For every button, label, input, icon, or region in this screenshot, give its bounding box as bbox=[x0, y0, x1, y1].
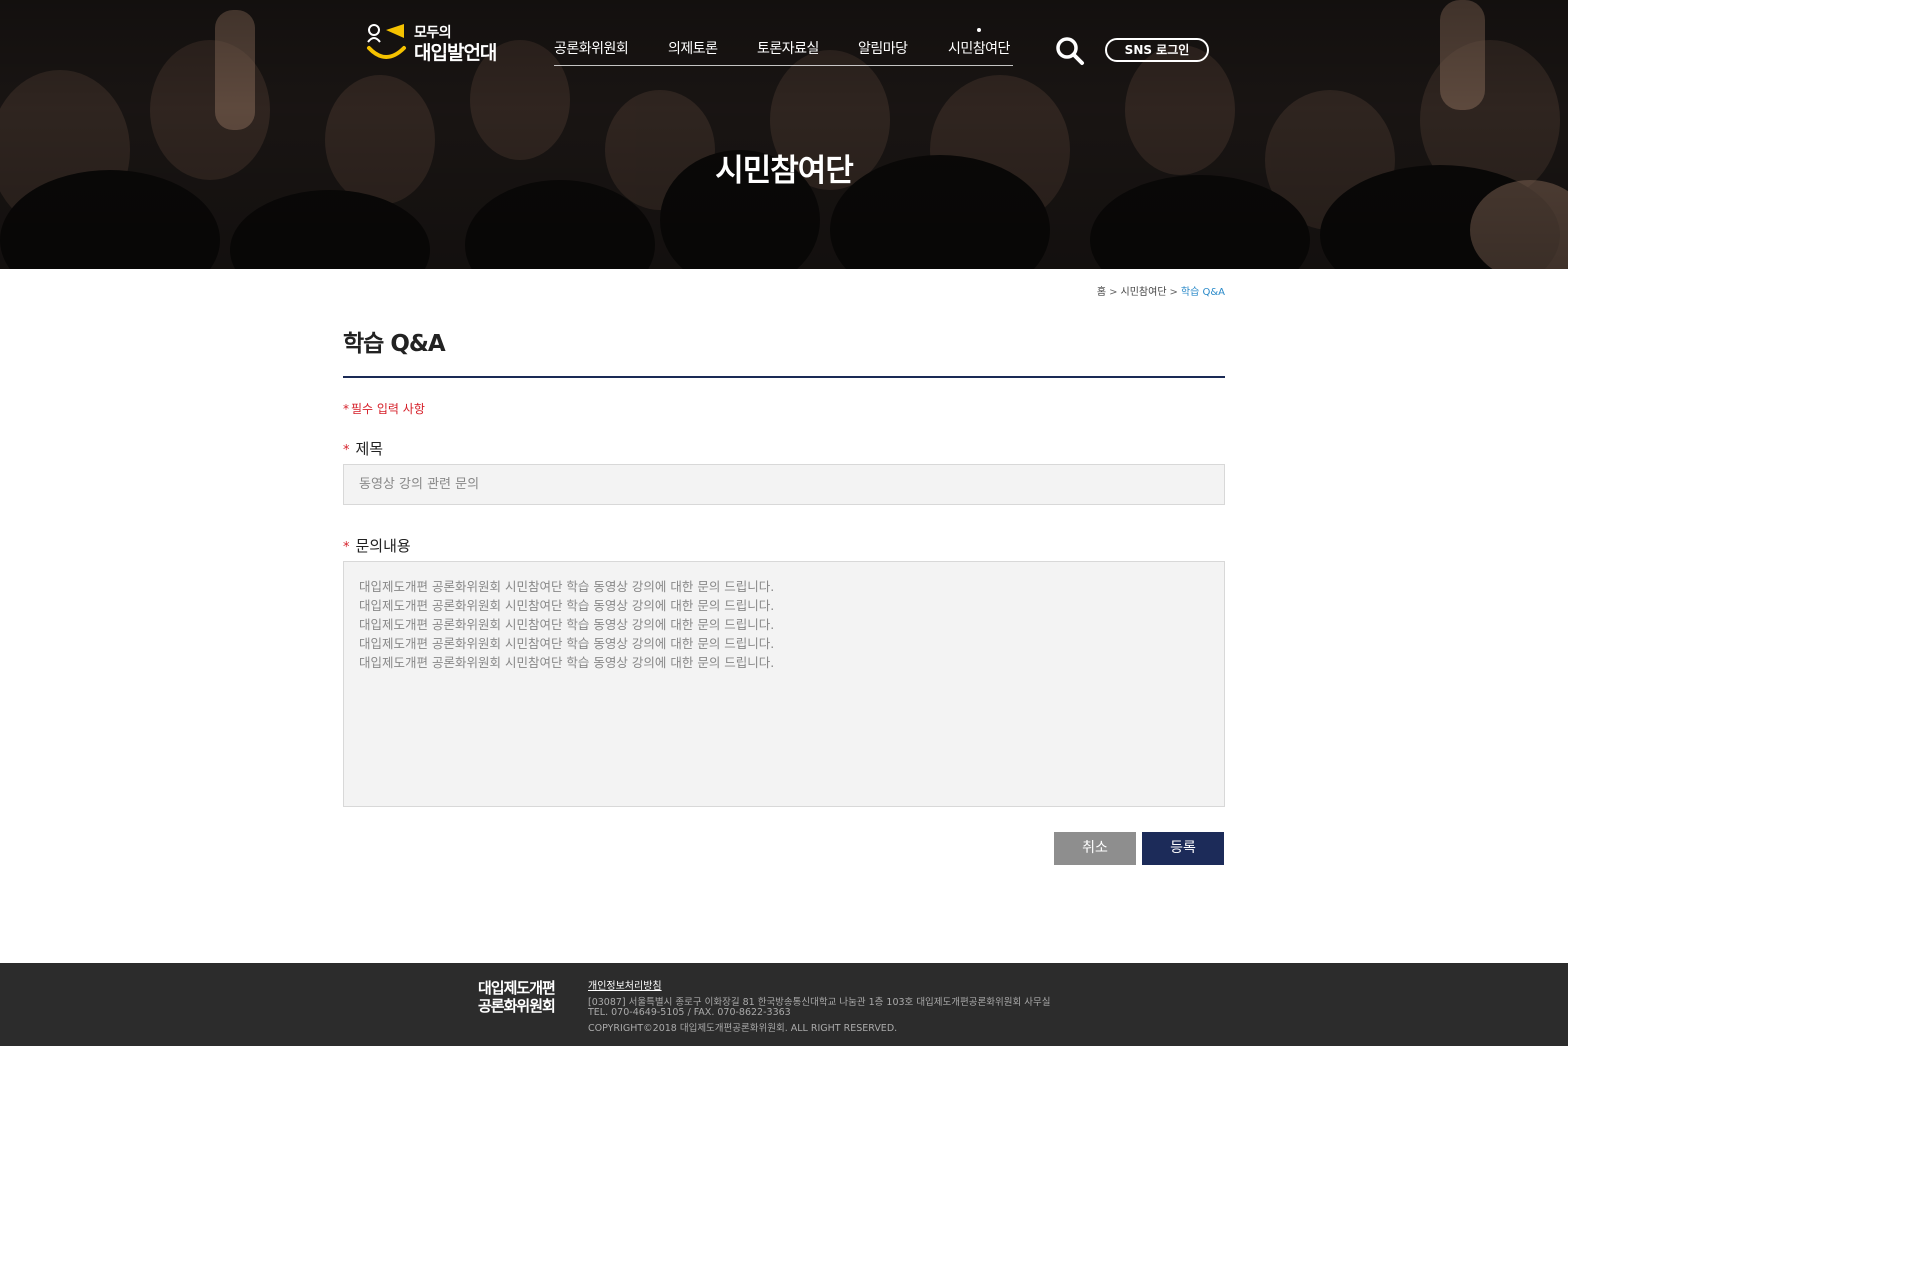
sns-login-button[interactable]: SNS 로그인 bbox=[1105, 38, 1209, 62]
footer: 대입제도개편 공론화위원회 개인정보처리방침 [03087] 서울특별시 종로구… bbox=[0, 963, 1568, 1046]
nav-item-agenda-debate[interactable]: 의제토론 bbox=[668, 38, 718, 58]
search-button[interactable] bbox=[1055, 36, 1085, 66]
logo-mark-icon bbox=[367, 24, 406, 59]
title-label-text: 제목 bbox=[355, 440, 384, 458]
chevron-right-icon: > bbox=[1109, 287, 1118, 298]
footer-tel: TEL. 070-4649-5105 / FAX. 070-8622-3363 bbox=[588, 1007, 791, 1018]
title-input[interactable]: 동영상 강의 관련 문의 bbox=[343, 464, 1225, 505]
content-label-text: 문의내용 bbox=[355, 537, 411, 555]
chevron-right-icon: > bbox=[1169, 287, 1178, 298]
footer-copyright: COPYRIGHT©2018 대입제도개편공론화위원회. ALL RIGHT R… bbox=[588, 1023, 898, 1034]
nav-item-debate-resources[interactable]: 토론자료실 bbox=[757, 38, 819, 58]
submit-button[interactable]: 등록 bbox=[1142, 832, 1224, 865]
hero-title: 시민참여단 bbox=[715, 153, 854, 189]
search-icon bbox=[1056, 37, 1084, 65]
breadcrumb-section[interactable]: 시민참여단 bbox=[1121, 283, 1167, 298]
breadcrumb-home[interactable]: 홈 bbox=[1097, 283, 1106, 298]
required-note: * 필수 입력 사항 bbox=[343, 400, 425, 417]
hero-banner: 모두의 대입발언대 공론화위원회 의제토론 토론자료실 알림마당 시민참여단 S… bbox=[0, 0, 1568, 269]
site-logo[interactable]: 모두의 대입발언대 bbox=[366, 22, 506, 66]
cancel-button[interactable]: 취소 bbox=[1054, 832, 1136, 865]
required-mark: * bbox=[343, 402, 349, 416]
required-mark: * bbox=[343, 540, 350, 555]
nav-active-indicator bbox=[977, 28, 981, 32]
breadcrumb-current: 학습 Q&A bbox=[1180, 287, 1225, 298]
nav-item-notices[interactable]: 알림마당 bbox=[858, 38, 908, 58]
footer-address: [03087] 서울특별시 종로구 이화장길 81 한국방송통신대학교 나눔관 … bbox=[588, 997, 1051, 1008]
title-divider bbox=[343, 376, 1225, 378]
content-textarea[interactable]: 대입제도개편 공론화위원회 시민참여단 학습 동영상 강의에 대한 문의 드립니… bbox=[343, 561, 1225, 807]
title-label: * 제목 bbox=[343, 438, 383, 459]
nav-item-citizen-panel[interactable]: 시민참여단 bbox=[948, 38, 1010, 58]
footer-logo: 대입제도개편 공론화위원회 bbox=[478, 979, 556, 1015]
content-label: * 문의내용 bbox=[343, 535, 411, 556]
page-title: 학습 Q&A bbox=[343, 331, 446, 357]
main-navigation: 공론화위원회 의제토론 토론자료실 알림마당 시민참여단 bbox=[554, 28, 1013, 66]
nav-item-committee[interactable]: 공론화위원회 bbox=[554, 38, 629, 58]
privacy-policy-link[interactable]: 개인정보처리방침 bbox=[588, 977, 662, 992]
required-note-text: 필수 입력 사항 bbox=[351, 402, 425, 416]
logo-text-line2: 대입발언대 bbox=[414, 42, 497, 64]
required-mark: * bbox=[343, 443, 350, 458]
footer-logo-line2: 공론화위원회 bbox=[478, 997, 556, 1015]
breadcrumb: 홈 > 시민참여단 > 학습 Q&A bbox=[1097, 283, 1225, 298]
footer-logo-line1: 대입제도개편 bbox=[478, 979, 556, 997]
